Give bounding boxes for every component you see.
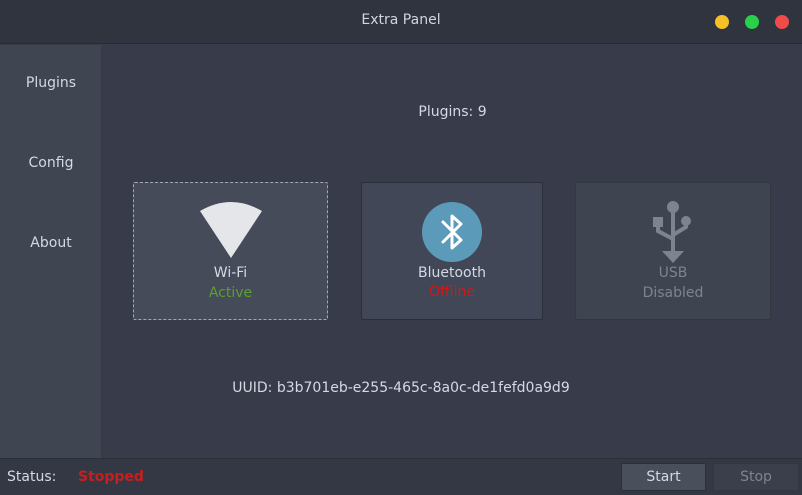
usb-icon <box>653 201 691 263</box>
plugins-count: Plugins: 9 <box>418 104 487 120</box>
wifi-name: Wi-Fi <box>213 265 248 281</box>
bluetooth-name: Bluetooth <box>418 265 486 281</box>
bluetooth-card[interactable]: Bluetooth Offline <box>361 182 543 320</box>
wifi-card[interactable]: Wi-Fi Active <box>133 182 328 320</box>
usb-name: USB <box>658 265 688 281</box>
wifi-state: Active <box>208 285 253 301</box>
usb-state: Disabled <box>642 285 704 301</box>
status-value: Stopped <box>78 469 144 485</box>
maximize-button[interactable] <box>745 15 759 29</box>
bluetooth-state: Offline <box>429 284 475 300</box>
title-bar: Extra Panel <box>0 0 802 44</box>
stop-button[interactable]: Stop <box>713 463 799 491</box>
start-button[interactable]: Start <box>621 463 706 491</box>
sidebar: Plugins Config About <box>0 45 102 458</box>
close-button[interactable] <box>775 15 789 29</box>
usb-card: USB Disabled <box>575 182 771 320</box>
sidebar-item-config[interactable]: Config <box>0 155 102 171</box>
minimize-button[interactable] <box>715 15 729 29</box>
sidebar-item-about[interactable]: About <box>0 235 102 251</box>
window-title: Extra Panel <box>361 12 441 28</box>
bluetooth-icon <box>422 202 482 262</box>
wifi-icon <box>199 202 262 258</box>
sidebar-item-plugins[interactable]: Plugins <box>0 75 102 91</box>
status-bar: Status: Stopped Start Stop <box>0 458 802 495</box>
status-label: Status: <box>7 469 57 485</box>
uuid-label: UUID: b3b701eb-e255-465c-8a0c-de1fefd0a9… <box>232 380 570 396</box>
